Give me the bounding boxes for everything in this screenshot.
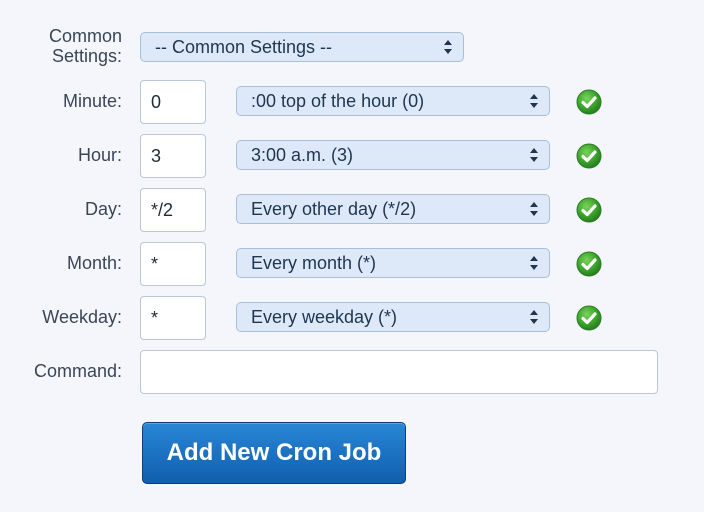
check-circle-icon [576,251,602,277]
minute-select-value: :00 top of the hour (0) [251,91,425,111]
check-circle-icon [576,305,602,331]
month-select-value: Every month (*) [251,253,377,273]
up-down-arrows-icon [529,141,539,169]
weekday-select[interactable]: Every weekday (*) [236,302,550,332]
minute-label: Minute: [62,91,122,111]
month-input[interactable] [140,242,206,286]
day-label: Day: [84,199,122,219]
up-down-arrows-icon [529,303,539,331]
check-circle-icon [576,89,602,115]
common-settings-label-line2: Settings: [51,46,122,66]
up-down-arrows-icon [443,33,453,61]
hour-select[interactable]: 3:00 a.m. (3) [236,140,550,170]
month-label: Month: [66,253,122,273]
command-label: Command: [33,361,122,381]
day-select[interactable]: Every other day (*/2) [236,194,550,224]
common-settings-label-line1: Common [48,26,122,46]
common-settings-select-value: -- Common Settings -- [155,37,333,57]
minute-select[interactable]: :00 top of the hour (0) [236,86,550,116]
check-circle-icon [576,197,602,223]
hour-input[interactable] [140,134,206,178]
day-input[interactable] [140,188,206,232]
command-input[interactable] [140,350,658,394]
up-down-arrows-icon [529,87,539,115]
up-down-arrows-icon [529,249,539,277]
weekday-input[interactable] [140,296,206,340]
up-down-arrows-icon [529,195,539,223]
common-settings-label: Common Settings: [0,26,122,66]
day-select-value: Every other day (*/2) [251,199,417,219]
month-select[interactable]: Every month (*) [236,248,550,278]
common-settings-select[interactable]: -- Common Settings -- [140,32,464,62]
hour-select-value: 3:00 a.m. (3) [251,145,354,165]
minute-input[interactable] [140,80,206,124]
weekday-label: Weekday: [42,307,122,327]
add-new-cron-job-button[interactable]: Add New Cron Job [142,422,406,484]
weekday-select-value: Every weekday (*) [251,307,398,327]
hour-label: Hour: [77,145,122,165]
check-circle-icon [576,143,602,169]
